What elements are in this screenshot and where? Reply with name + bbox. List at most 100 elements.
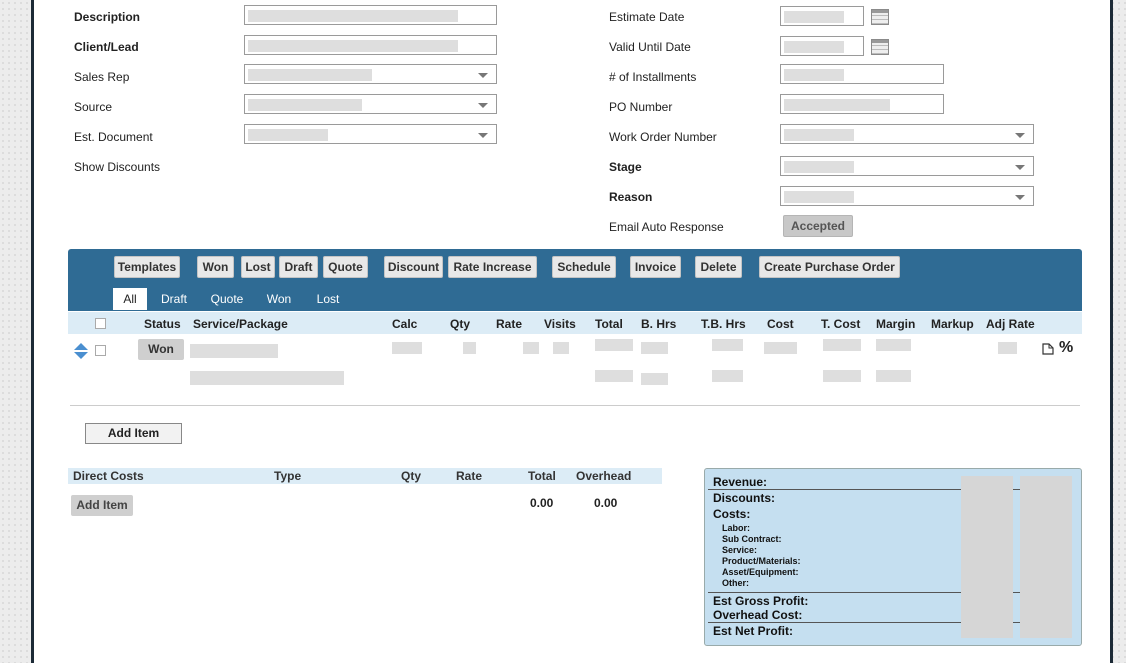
tcost-sub-placeholder <box>823 370 861 382</box>
stage-select[interactable] <box>780 156 1034 176</box>
summary-costs-label: Costs: <box>713 507 751 521</box>
summary-revenue-label: Revenue: <box>713 475 768 489</box>
create-purchase-order-button[interactable]: Create Purchase Order <box>759 256 900 278</box>
row-status-badge[interactable]: Won <box>138 339 184 360</box>
schedule-button[interactable]: Schedule <box>552 256 616 278</box>
sales-rep-select[interactable] <box>244 64 497 84</box>
rate-placeholder <box>523 342 539 354</box>
percent-icon[interactable]: % <box>1059 339 1073 357</box>
summary-separator <box>708 622 1072 623</box>
tcost-placeholder <box>823 339 861 351</box>
visits-placeholder <box>553 342 569 354</box>
estimate-panel: Description Client/Lead Sales Rep Source… <box>31 0 1113 663</box>
qty-placeholder <box>463 342 476 354</box>
direct-costs-add-item-button[interactable]: Add Item <box>71 495 133 516</box>
client-label: Client/Lead <box>74 40 139 54</box>
tbhrs-placeholder <box>712 339 743 351</box>
col-service: Service/Package <box>193 317 288 331</box>
delete-button[interactable]: Delete <box>695 256 742 278</box>
col-qty: Qty <box>450 317 471 331</box>
won-button[interactable]: Won <box>197 256 234 278</box>
summary-service-label: Service: <box>722 545 758 555</box>
service-sub-placeholder <box>190 371 344 385</box>
dc-col-type: Type <box>274 469 302 483</box>
note-icon[interactable] <box>1042 343 1054 355</box>
sales-rep-label: Sales Rep <box>74 70 130 84</box>
summary-labor-label: Labor: <box>722 523 750 533</box>
chevron-down-icon <box>478 73 488 78</box>
bhrs-sub-placeholder <box>641 373 668 385</box>
select-all-checkbox[interactable] <box>95 318 106 329</box>
templates-button[interactable]: Templates <box>114 256 180 278</box>
tbhrs-sub-placeholder <box>712 370 743 382</box>
valid-until-input[interactable] <box>780 36 864 56</box>
calendar-icon[interactable] <box>871 39 889 55</box>
source-select[interactable] <box>244 94 497 114</box>
filter-tab-all[interactable]: All <box>113 288 147 310</box>
description-input[interactable] <box>244 5 497 25</box>
chevron-down-icon <box>1015 165 1025 170</box>
summary-overhead-label: Overhead Cost: <box>713 608 803 622</box>
col-adj-rate: Adj Rate <box>986 317 1035 331</box>
total-placeholder <box>595 339 633 351</box>
direct-costs-header <box>68 468 662 484</box>
filter-tab-won[interactable]: Won <box>260 288 298 310</box>
show-discounts-label: Show Discounts <box>74 160 161 174</box>
est-document-select[interactable] <box>244 124 497 144</box>
filter-tab-draft[interactable]: Draft <box>156 288 192 310</box>
installments-input[interactable] <box>780 64 944 84</box>
col-status: Status <box>144 317 181 331</box>
summary-discounts-label: Discounts: <box>713 491 776 505</box>
margin-sub-placeholder <box>876 370 911 382</box>
sort-arrows-icon[interactable] <box>74 343 88 359</box>
filter-tab-lost[interactable]: Lost <box>310 288 346 310</box>
source-label: Source <box>74 100 113 114</box>
chevron-down-icon <box>1015 195 1025 200</box>
filter-tab-quote[interactable]: Quote <box>205 288 249 310</box>
lost-button[interactable]: Lost <box>241 256 275 278</box>
add-item-button[interactable]: Add Item <box>85 423 182 444</box>
bhrs-placeholder <box>641 342 668 354</box>
col-tbhrs: T.B. Hrs <box>701 317 746 331</box>
po-number-label: PO Number <box>609 100 673 114</box>
discount-button[interactable]: Discount <box>384 256 443 278</box>
quote-button[interactable]: Quote <box>323 256 368 278</box>
po-number-input[interactable] <box>780 94 944 114</box>
est-document-label: Est. Document <box>74 130 153 144</box>
col-tcost: T. Cost <box>821 317 861 331</box>
description-label: Description <box>74 10 141 24</box>
estimate-date-label: Estimate Date <box>609 10 685 24</box>
dc-overhead-value: 0.00 <box>594 496 618 510</box>
rate-increase-button[interactable]: Rate Increase <box>448 256 537 278</box>
col-markup: Markup <box>931 317 974 331</box>
summary-asset-label: Asset/Equipment: <box>722 567 799 577</box>
draft-button[interactable]: Draft <box>279 256 318 278</box>
cost-placeholder <box>764 342 797 354</box>
adj-rate-placeholder <box>998 342 1017 354</box>
dc-total-value: 0.00 <box>530 496 554 510</box>
section-divider <box>70 405 1080 406</box>
stage-label: Stage <box>609 160 642 174</box>
row-checkbox[interactable] <box>95 345 106 356</box>
invoice-button[interactable]: Invoice <box>630 256 681 278</box>
estimate-date-input[interactable] <box>780 6 864 26</box>
work-order-select[interactable] <box>780 124 1034 144</box>
col-total: Total <box>595 317 623 331</box>
col-cost: Cost <box>767 317 794 331</box>
summary-separator <box>708 489 1072 490</box>
summary-net-profit-label: Est Net Profit: <box>713 624 794 638</box>
reason-select[interactable] <box>780 186 1034 206</box>
col-margin: Margin <box>876 317 916 331</box>
chevron-down-icon <box>1015 133 1025 138</box>
dc-col-rate: Rate <box>456 469 483 483</box>
client-input[interactable] <box>244 35 497 55</box>
margin-placeholder <box>876 339 911 351</box>
col-calc: Calc <box>392 317 418 331</box>
calendar-icon[interactable] <box>871 9 889 25</box>
installments-label: # of Installments <box>609 70 697 84</box>
accepted-button[interactable]: Accepted <box>783 215 853 237</box>
summary-separator <box>708 592 1072 593</box>
service-placeholder <box>190 344 278 358</box>
reason-label: Reason <box>609 190 653 204</box>
dc-col-total: Total <box>528 469 556 483</box>
